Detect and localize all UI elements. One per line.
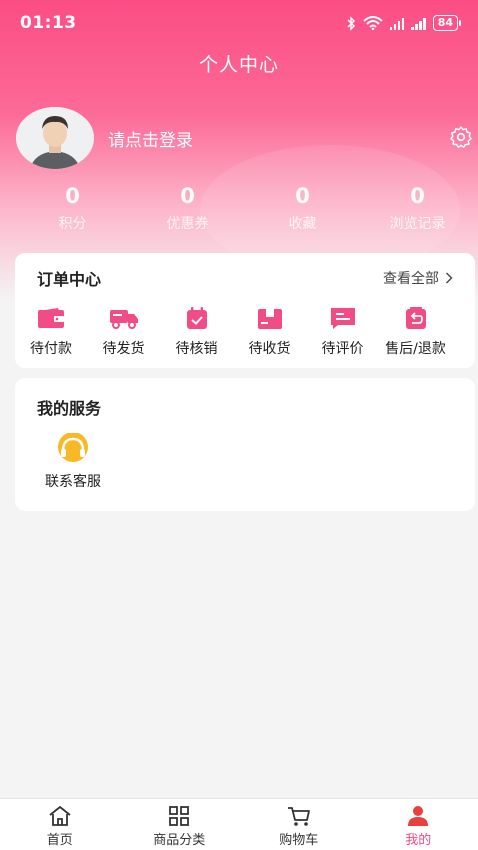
stat-points[interactable]: 0 积分 [15, 183, 130, 233]
order-item-label: 待核销 [175, 341, 218, 357]
stat-value: 0 [65, 184, 80, 208]
signal-icon [411, 17, 426, 30]
stat-value: 0 [180, 184, 195, 208]
status-bar: 01:13 84 [0, 0, 478, 46]
status-time: 01:13 [20, 13, 77, 33]
signal-icon [389, 17, 405, 30]
view-all-label: 查看全部 [383, 271, 439, 287]
order-item-label: 待评价 [321, 341, 364, 357]
order-pending-shipment[interactable]: 待发货 [87, 305, 160, 358]
service-label: 联系客服 [45, 474, 101, 490]
stat-favorites[interactable]: 0 收藏 [245, 183, 360, 233]
order-center-title: 订单中心 [37, 270, 102, 289]
stat-coupons[interactable]: 0 优惠券 [130, 183, 245, 233]
calendar-check-icon [186, 307, 207, 329]
tab-mine[interactable]: 我的 [359, 799, 478, 850]
headset-icon [58, 433, 88, 462]
tab-cart[interactable]: 购物车 [239, 799, 359, 850]
stat-label: 收藏 [288, 216, 317, 232]
order-pending-redeem[interactable]: 待核销 [160, 305, 233, 358]
grid-icon [169, 806, 190, 826]
order-item-label: 待发货 [102, 341, 145, 357]
stat-history[interactable]: 0 浏览记录 [360, 183, 475, 233]
bottom-tab-bar: 首页 商品分类 购物车 我的 [0, 798, 478, 850]
avatar-image [16, 107, 94, 169]
refund-icon [405, 307, 426, 329]
status-icons: 84 [346, 15, 462, 31]
wallet-icon [38, 308, 64, 328]
comment-icon [330, 308, 355, 329]
cart-icon [287, 807, 310, 826]
view-all-orders-link[interactable]: 查看全部 [383, 268, 453, 288]
service-contact-support[interactable]: 联系客服 [35, 433, 111, 491]
order-item-label: 待收货 [248, 341, 291, 357]
chevron-right-icon [446, 272, 453, 284]
login-prompt[interactable]: 请点击登录 [108, 126, 193, 151]
order-pending-receipt[interactable]: 待收货 [233, 305, 306, 358]
order-center-card: 订单中心 查看全部 待付款 待发货 待核销 待收货 待评价 售后/退款 [15, 253, 475, 368]
tab-label: 首页 [46, 833, 73, 848]
bluetooth-icon [347, 15, 355, 31]
wifi-icon [363, 16, 383, 30]
avatar[interactable] [16, 107, 94, 169]
order-item-label: 售后/退款 [385, 341, 446, 357]
package-icon [257, 309, 282, 329]
page-title: 个人中心 [198, 54, 279, 76]
my-services-title: 我的服务 [37, 399, 102, 418]
order-pending-payment[interactable]: 待付款 [15, 305, 87, 358]
stat-value: 0 [410, 184, 425, 208]
home-icon [49, 806, 71, 826]
stat-value: 0 [295, 184, 310, 208]
order-pending-review[interactable]: 待评价 [306, 305, 379, 358]
tab-label: 购物车 [279, 833, 319, 848]
settings-gear-icon[interactable] [449, 125, 473, 149]
stat-label: 优惠券 [166, 216, 209, 232]
stat-label: 浏览记录 [389, 216, 446, 232]
tab-home[interactable]: 首页 [0, 799, 120, 850]
order-after-sales[interactable]: 售后/退款 [379, 305, 452, 358]
my-services-card: 我的服务 联系客服 [15, 378, 475, 511]
battery-icon: 84 [432, 15, 462, 31]
stats-row: 0 积分 0 优惠券 0 收藏 0 浏览记录 [0, 183, 478, 233]
order-status-row: 待付款 待发货 待核销 待收货 待评价 售后/退款 [15, 305, 475, 358]
tab-label: 我的 [405, 833, 432, 848]
truck-icon [109, 310, 138, 329]
user-icon [408, 806, 429, 826]
stat-label: 积分 [58, 216, 87, 232]
tab-label: 商品分类 [153, 833, 206, 848]
order-item-label: 待付款 [30, 341, 72, 357]
tab-categories[interactable]: 商品分类 [120, 799, 240, 850]
